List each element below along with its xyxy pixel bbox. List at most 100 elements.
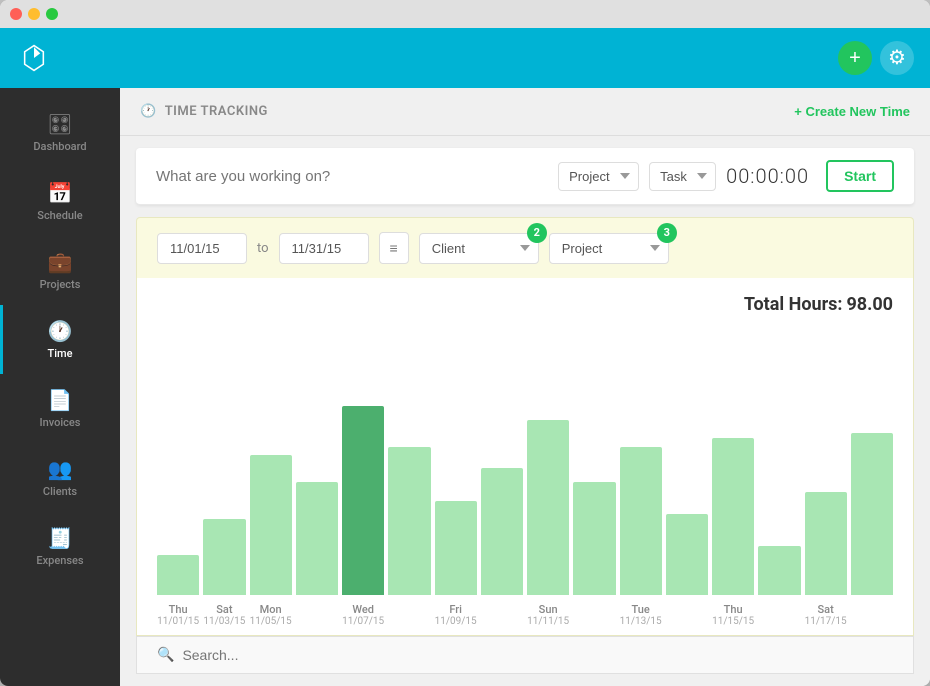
label-date-1: 11/03/15	[203, 616, 245, 627]
schedule-icon: 📅	[48, 181, 73, 205]
sidebar-item-expenses[interactable]: 🧾 Expenses	[0, 512, 120, 581]
sidebar-label-schedule: Schedule	[37, 209, 82, 222]
bar-col-15	[851, 325, 893, 595]
minimize-button[interactable]	[28, 8, 40, 20]
label-date-12: 11/15/15	[712, 616, 754, 627]
sidebar-label-dashboard: Dashboard	[33, 140, 86, 153]
label-date-0: 11/01/15	[157, 616, 199, 627]
content-area: 🕐 TIME TRACKING + Create New Time Projec…	[120, 88, 930, 686]
bar-col-8	[527, 325, 569, 595]
project-filter-select[interactable]: Project	[549, 233, 669, 264]
label-date-2: 11/05/15	[250, 616, 292, 627]
bar-6[interactable]	[435, 501, 477, 596]
bar-1[interactable]	[203, 519, 245, 595]
clients-icon: 👥	[48, 457, 73, 481]
label-day-12: Thu	[724, 603, 743, 616]
projects-icon: 💼	[48, 250, 73, 274]
active-indicator	[0, 305, 3, 374]
sidebar: 🎛 Dashboard 📅 Schedule 💼 Projects 🕐 Time	[0, 88, 120, 686]
bar-2[interactable]	[250, 455, 292, 595]
label-day-1: Sat	[216, 603, 232, 616]
label-date-14: 11/17/15	[805, 616, 847, 627]
bar-12[interactable]	[712, 438, 754, 595]
label-col-12: Thu11/15/15	[712, 603, 754, 627]
sidebar-label-invoices: Invoices	[40, 416, 81, 429]
label-day-10: Tue	[631, 603, 649, 616]
date-separator: to	[257, 241, 269, 256]
label-col-5	[388, 603, 430, 627]
sidebar-item-clients[interactable]: 👥 Clients	[0, 443, 120, 512]
bar-8[interactable]	[527, 420, 569, 596]
bar-15[interactable]	[851, 433, 893, 595]
project-select[interactable]: Project	[558, 162, 639, 191]
bar-col-7	[481, 325, 523, 595]
label-col-13	[758, 603, 800, 627]
close-button[interactable]	[10, 8, 22, 20]
bar-13[interactable]	[758, 546, 800, 595]
logo	[16, 40, 52, 76]
label-date-10: 11/13/15	[620, 616, 662, 627]
label-col-9	[573, 603, 615, 627]
label-date-4: 11/07/15	[342, 616, 384, 627]
label-col-7	[481, 603, 523, 627]
label-col-2: Mon11/05/15	[250, 603, 292, 627]
sidebar-item-dashboard[interactable]: 🎛 Dashboard	[0, 98, 120, 167]
bar-10[interactable]	[620, 447, 662, 596]
title-bar	[0, 0, 930, 28]
bar-11[interactable]	[666, 514, 708, 595]
client-filter-wrap: Client 2	[419, 233, 539, 264]
sidebar-label-projects: Projects	[40, 278, 81, 291]
bar-4[interactable]	[342, 406, 384, 595]
timer-description-input[interactable]	[156, 168, 548, 185]
project-badge: 3	[657, 223, 677, 243]
client-badge: 2	[527, 223, 547, 243]
label-date-6: 11/09/15	[435, 616, 477, 627]
main-layout: 🎛 Dashboard 📅 Schedule 💼 Projects 🕐 Time	[0, 88, 930, 686]
sidebar-item-schedule[interactable]: 📅 Schedule	[0, 167, 120, 236]
maximize-button[interactable]	[46, 8, 58, 20]
labels-row: Thu11/01/15Sat11/03/15Mon11/05/15Wed11/0…	[157, 603, 893, 627]
date-filter-icon-button[interactable]: ≡	[379, 232, 409, 264]
sidebar-label-expenses: Expenses	[36, 554, 83, 567]
top-header: + ⚙	[0, 28, 930, 88]
client-select[interactable]: Client	[419, 233, 539, 264]
bar-5[interactable]	[388, 447, 430, 596]
search-input[interactable]	[182, 647, 893, 663]
task-select[interactable]: Task	[649, 162, 716, 191]
bar-col-10	[620, 325, 662, 595]
bar-col-4: 4.25	[342, 325, 384, 595]
sidebar-item-time[interactable]: 🕐 Time	[0, 305, 120, 374]
label-day-6: Fri	[449, 603, 462, 616]
date-from-input[interactable]	[157, 233, 247, 264]
search-icon: 🔍	[157, 647, 174, 663]
sidebar-item-projects[interactable]: 💼 Projects	[0, 236, 120, 305]
label-col-15	[851, 603, 893, 627]
clock-icon: 🕐	[140, 104, 157, 119]
bar-col-1	[203, 325, 245, 595]
total-hours: Total Hours: 98.00	[157, 294, 893, 315]
create-new-button[interactable]: + Create New Time	[794, 104, 910, 119]
label-day-14: Sat	[817, 603, 833, 616]
bar-col-13	[758, 325, 800, 595]
start-button[interactable]: Start	[826, 160, 894, 192]
expenses-icon: 🧾	[48, 526, 73, 550]
app-window: + ⚙ 🎛 Dashboard 📅 Schedule 💼 Projects	[0, 0, 930, 686]
bar-col-12	[712, 325, 754, 595]
date-to-input[interactable]	[279, 233, 369, 264]
label-day-8: Sun	[539, 603, 558, 616]
add-button[interactable]: +	[838, 41, 872, 75]
bar-9[interactable]	[573, 482, 615, 595]
sidebar-item-invoices[interactable]: 📄 Invoices	[0, 374, 120, 443]
settings-button[interactable]: ⚙	[880, 41, 914, 75]
label-col-1: Sat11/03/15	[203, 603, 245, 627]
bar-col-0	[157, 325, 199, 595]
dashboard-icon: 🎛	[47, 112, 72, 136]
invoices-icon: 📄	[48, 388, 73, 412]
bar-7[interactable]	[481, 468, 523, 595]
bar-3[interactable]	[296, 482, 338, 595]
bar-0[interactable]	[157, 555, 199, 596]
label-col-10: Tue11/13/15	[620, 603, 662, 627]
bar-14[interactable]	[805, 492, 847, 595]
label-day-4: Wed	[352, 603, 374, 616]
bars-row: 4.25	[157, 325, 893, 599]
